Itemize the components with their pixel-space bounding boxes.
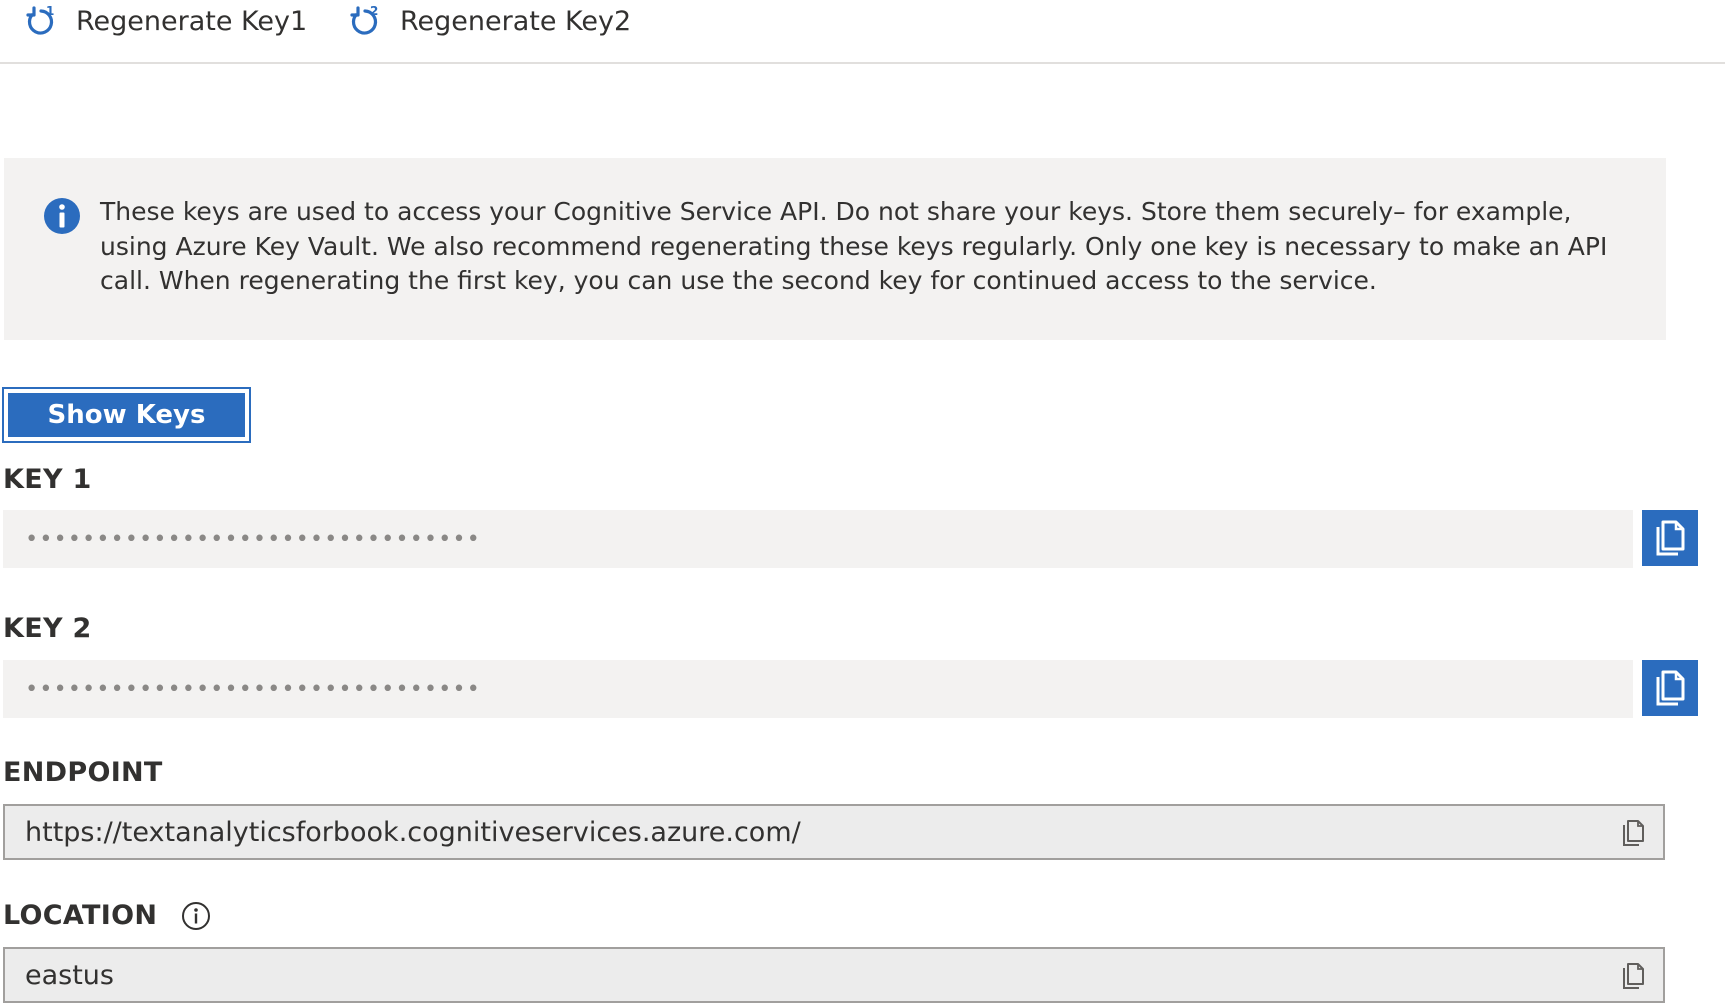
location-label: LOCATION [3, 900, 158, 931]
endpoint-label: ENDPOINT [3, 757, 163, 788]
svg-text:1: 1 [46, 4, 54, 18]
copy-icon [1656, 520, 1685, 556]
info-line-1: These keys are used to access your Cogni… [100, 197, 1572, 226]
copy-endpoint-button[interactable] [1617, 816, 1651, 850]
info-line-3: call. When regenerating the first key, y… [100, 266, 1377, 295]
refresh-1-icon: 1 [26, 4, 54, 35]
endpoint-value: https://textanalyticsforbook.cognitivese… [25, 816, 801, 848]
key1-masked-value: •••••••••••••••••••••••••••••••• [25, 526, 481, 552]
key1-label: KEY 1 [3, 464, 92, 495]
regenerate-key2-button[interactable]: 2 Regenerate Key2 [348, 0, 631, 42]
key2-label: KEY 2 [3, 613, 92, 644]
copy-icon [1656, 670, 1685, 706]
copy-icon [1623, 820, 1644, 846]
copy-location-button[interactable] [1617, 959, 1651, 993]
key1-field[interactable]: •••••••••••••••••••••••••••••••• [3, 510, 1633, 568]
location-label-row: LOCATION [3, 900, 211, 931]
info-banner: These keys are used to access your Cogni… [4, 158, 1666, 340]
info-banner-text: These keys are used to access your Cogni… [100, 195, 1620, 299]
command-bar: 1 Regenerate Key1 2 Regenerate Key2 [0, 0, 1725, 64]
location-field[interactable]: eastus [3, 947, 1665, 1003]
info-outline-icon[interactable] [181, 901, 211, 931]
svg-text:2: 2 [370, 4, 378, 18]
show-keys-label: Show Keys [7, 392, 246, 438]
info-line-2: using Azure Key Vault. We also recommend… [100, 231, 1608, 261]
location-value: eastus [25, 959, 114, 991]
refresh-2-icon: 2 [350, 4, 378, 35]
copy-icon [1623, 963, 1644, 989]
show-keys-button[interactable]: Show Keys [2, 387, 251, 443]
regenerate-key1-button[interactable]: 1 Regenerate Key1 [24, 0, 307, 42]
key2-field[interactable]: •••••••••••••••••••••••••••••••• [3, 660, 1633, 718]
regenerate-key2-label: Regenerate Key2 [400, 5, 632, 37]
endpoint-field[interactable]: https://textanalyticsforbook.cognitivese… [3, 804, 1665, 860]
copy-key2-button[interactable] [1642, 660, 1698, 716]
keys-and-endpoint-page: 1 Regenerate Key1 2 Regenerate Key2 Thes… [0, 0, 1725, 1006]
info-icon [44, 198, 80, 234]
regenerate-key1-label: Regenerate Key1 [76, 5, 308, 37]
copy-key1-button[interactable] [1642, 510, 1698, 566]
key2-masked-value: •••••••••••••••••••••••••••••••• [25, 676, 481, 702]
